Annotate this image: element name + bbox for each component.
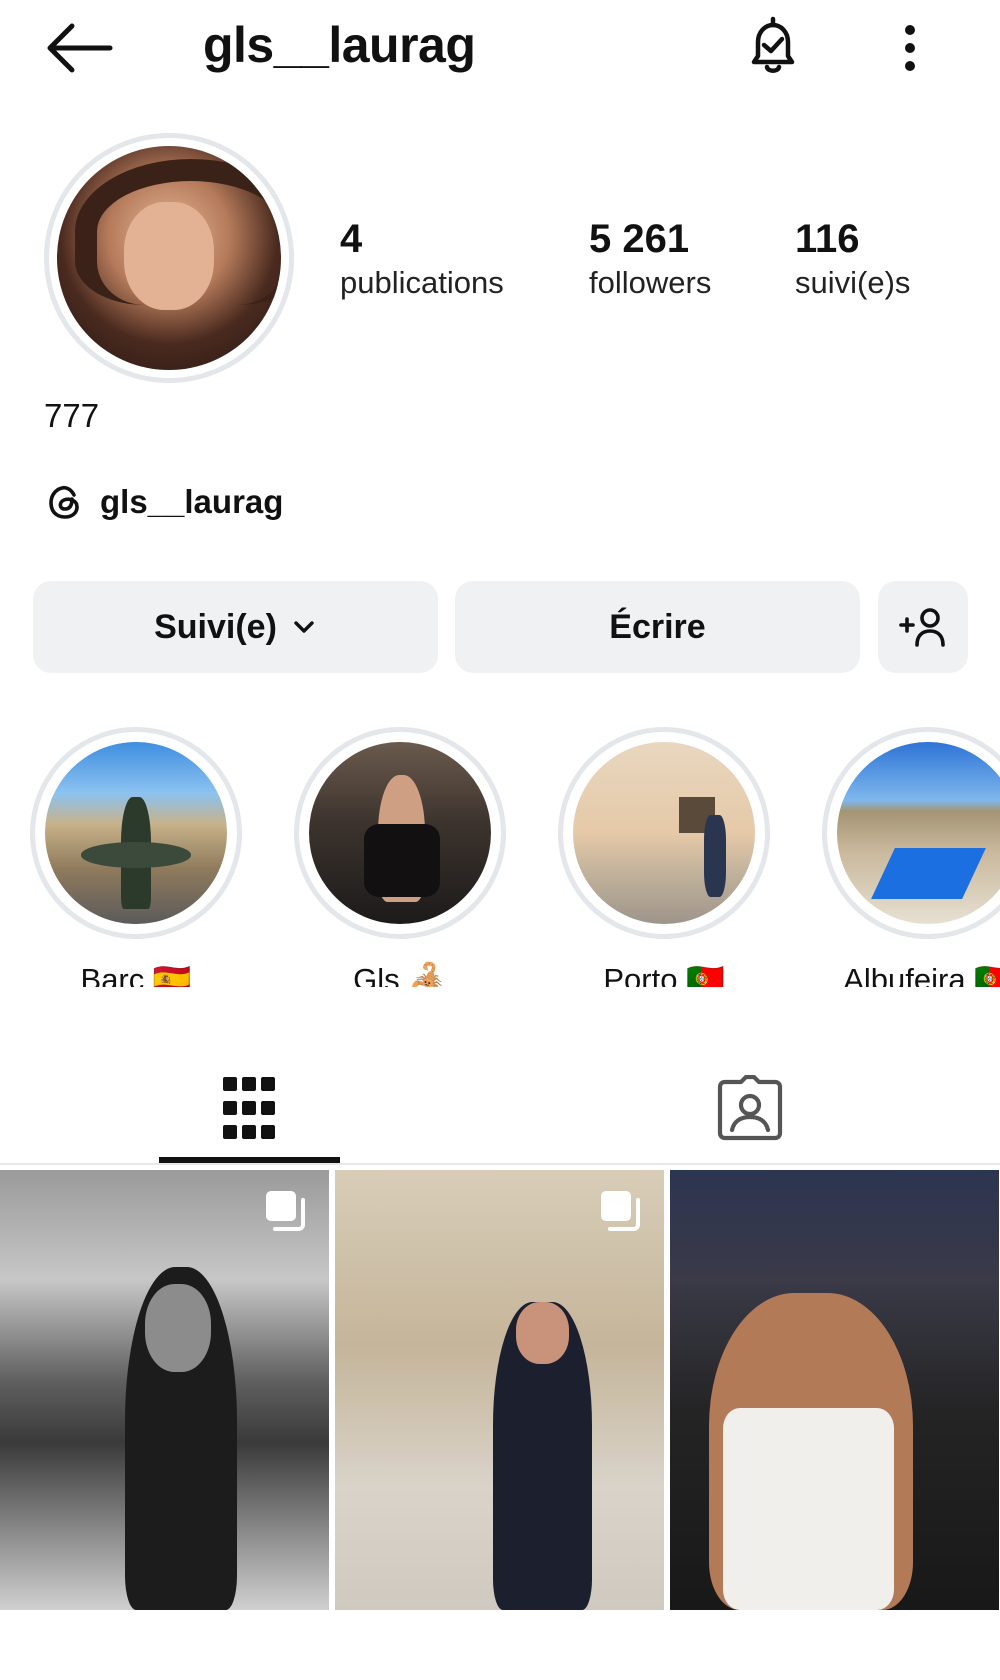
- avatar-ring[interactable]: [44, 133, 294, 383]
- highlight-item[interactable]: Barc 🇪🇸: [30, 727, 242, 987]
- following-button[interactable]: Suivi(e): [33, 581, 438, 673]
- threads-link[interactable]: gls__laurag: [44, 477, 283, 527]
- page-title: gls__laurag: [203, 17, 476, 73]
- posts-count-value: 4: [340, 217, 363, 261]
- message-button[interactable]: Écrire: [455, 581, 860, 673]
- grid-icon: [223, 1076, 275, 1139]
- message-button-label: Écrire: [609, 607, 706, 646]
- carousel-icon: [601, 1191, 640, 1231]
- followers-count-value: 5 261: [589, 217, 690, 261]
- highlight-ring: [822, 727, 1000, 939]
- more-options-button[interactable]: [890, 18, 930, 78]
- notifications-button[interactable]: [740, 14, 806, 80]
- profile-header: gls__laurag: [0, 0, 1000, 100]
- following-count-value: 116: [795, 217, 860, 261]
- tagged-icon: [717, 1074, 783, 1140]
- carousel-icon: [266, 1191, 305, 1231]
- highlight-item[interactable]: Gls 🦂: [294, 727, 506, 987]
- highlight-cover: [45, 742, 227, 924]
- avatar: [57, 146, 281, 370]
- highlight-ring: [294, 727, 506, 939]
- posts-count: 4 publications: [340, 215, 504, 301]
- followers-count-label: followers: [589, 265, 712, 300]
- highlight-ring: [30, 727, 242, 939]
- followers-count[interactable]: 5 261 followers: [589, 215, 711, 301]
- post-thumbnail[interactable]: [670, 1170, 999, 1610]
- highlight-label: Barc 🇪🇸: [80, 962, 192, 987]
- bio-text: 777: [44, 397, 100, 434]
- posts-count-label: publications: [340, 265, 504, 300]
- arrow-left-icon: [47, 23, 113, 73]
- add-user-button[interactable]: [878, 581, 968, 673]
- following-count-label: suivi(e)s: [795, 265, 911, 300]
- active-tab-indicator: [159, 1157, 340, 1163]
- highlight-cover: [309, 742, 491, 924]
- threads-icon: [49, 485, 79, 519]
- highlight-cover: [837, 742, 1000, 924]
- post-thumbnail[interactable]: [335, 1170, 664, 1610]
- more-vertical-icon: [905, 25, 915, 71]
- threads-handle: gls__laurag: [100, 483, 284, 520]
- posts-grid: [0, 1170, 1000, 1610]
- chevron-down-icon: [294, 621, 314, 633]
- post-thumbnail[interactable]: [0, 1170, 329, 1610]
- highlight-item[interactable]: Albufeira 🇵🇹: [822, 727, 1000, 987]
- following-button-label: Suivi(e): [154, 607, 277, 646]
- highlight-item[interactable]: Porto 🇵🇹: [558, 727, 770, 987]
- tab-tagged[interactable]: [660, 1050, 840, 1165]
- tab-posts-grid[interactable]: [159, 1050, 339, 1165]
- highlight-label: Albufeira 🇵🇹: [843, 962, 1000, 987]
- highlight-ring: [558, 727, 770, 939]
- highlight-label: Porto 🇵🇹: [603, 962, 725, 987]
- profile-tabs: [0, 1050, 1000, 1165]
- add-user-icon: [899, 608, 945, 647]
- bell-check-icon: [751, 16, 795, 73]
- following-count[interactable]: 116 suivi(e)s: [795, 215, 910, 301]
- highlight-cover: [573, 742, 755, 924]
- back-button[interactable]: [44, 22, 114, 74]
- highlight-label: Gls 🦂: [353, 962, 447, 987]
- story-highlights: Barc 🇪🇸 Gls 🦂 Porto 🇵🇹 Albufeira 🇵🇹: [0, 727, 1000, 987]
